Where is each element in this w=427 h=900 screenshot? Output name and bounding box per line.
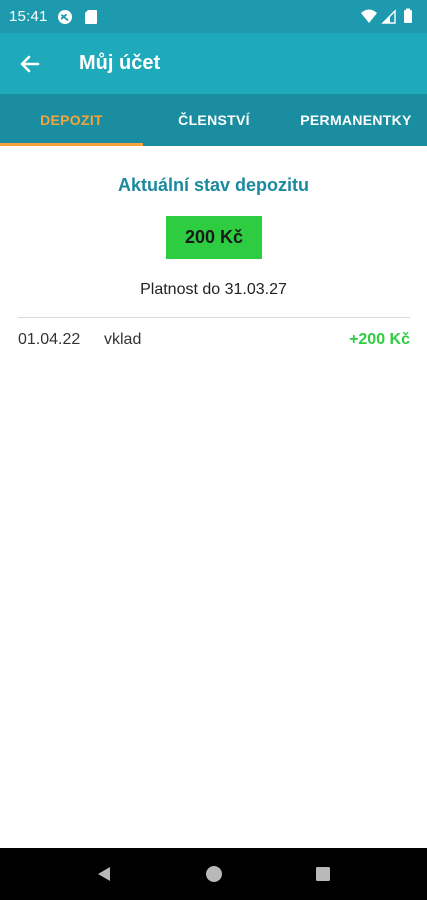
transaction-amount: +200 Kč xyxy=(349,331,410,348)
deposit-amount: 200 Kč xyxy=(166,216,262,259)
arrow-left-icon xyxy=(20,55,40,73)
back-triangle-icon xyxy=(98,867,110,881)
tab-deposit[interactable]: DEPOZIT xyxy=(0,94,143,146)
sim-card-icon xyxy=(85,10,97,24)
transaction-type: vklad xyxy=(104,331,142,348)
no-disturb-icon xyxy=(58,10,72,24)
nav-back-button[interactable] xyxy=(92,862,116,886)
nav-home-button[interactable] xyxy=(202,862,226,886)
transaction-row: 01.04.22 vklad +200 Kč xyxy=(18,329,410,353)
battery-icon xyxy=(404,8,412,23)
recent-square-icon xyxy=(316,867,330,881)
status-bar: 15:41 xyxy=(0,0,427,33)
wifi-icon xyxy=(361,9,377,23)
status-right-icons xyxy=(361,8,412,24)
tab-bar: DEPOZIT ČLENSTVÍ PERMANENTKY xyxy=(0,94,427,146)
tab-passes[interactable]: PERMANENTKY xyxy=(285,94,427,146)
transaction-date: 01.04.22 xyxy=(18,331,81,348)
divider xyxy=(18,317,410,318)
home-circle-icon xyxy=(206,866,222,882)
deposit-heading: Aktuální stav depozitu xyxy=(117,175,310,195)
nav-recent-button[interactable] xyxy=(311,862,335,886)
deposit-validity: Platnost do 31.03.27 xyxy=(140,281,287,298)
signal-icon xyxy=(381,9,396,24)
back-button[interactable] xyxy=(12,46,48,82)
status-time: 15:41 xyxy=(9,8,48,25)
tab-membership[interactable]: ČLENSTVÍ xyxy=(143,94,285,146)
system-navigation-bar xyxy=(0,848,427,900)
deposit-content: Aktuální stav depozitu 200 Kč Platnost d… xyxy=(0,146,427,848)
app-bar: Můj účet xyxy=(0,33,427,94)
page-title: Můj účet xyxy=(79,52,161,74)
